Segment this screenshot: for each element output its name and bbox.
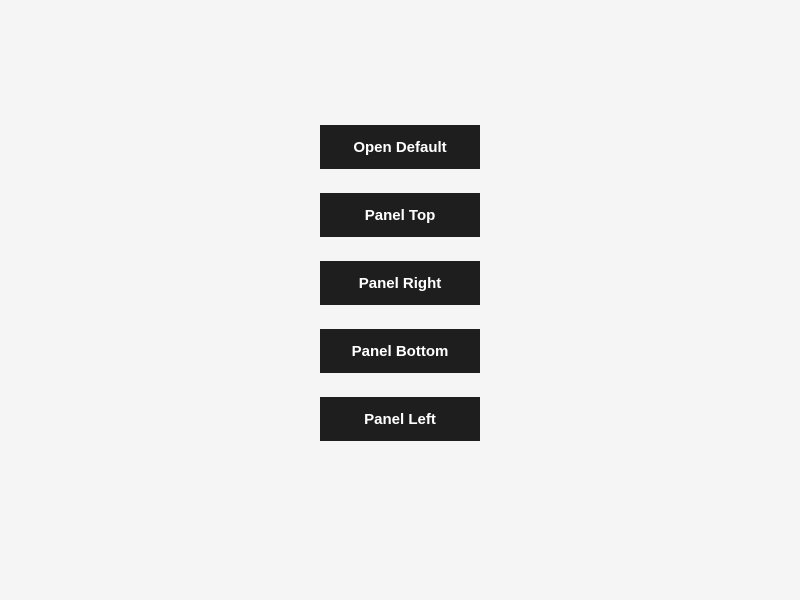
panel-top-button[interactable]: Panel Top (320, 193, 480, 237)
button-label: Panel Top (365, 207, 436, 224)
button-label: Panel Bottom (352, 343, 449, 360)
open-default-button[interactable]: Open Default (320, 125, 480, 169)
panel-left-button[interactable]: Panel Left (320, 397, 480, 441)
panel-right-button[interactable]: Panel Right (320, 261, 480, 305)
button-label: Panel Left (364, 411, 436, 428)
button-label: Panel Right (359, 275, 442, 292)
button-label: Open Default (353, 139, 446, 156)
panel-bottom-button[interactable]: Panel Bottom (320, 329, 480, 373)
